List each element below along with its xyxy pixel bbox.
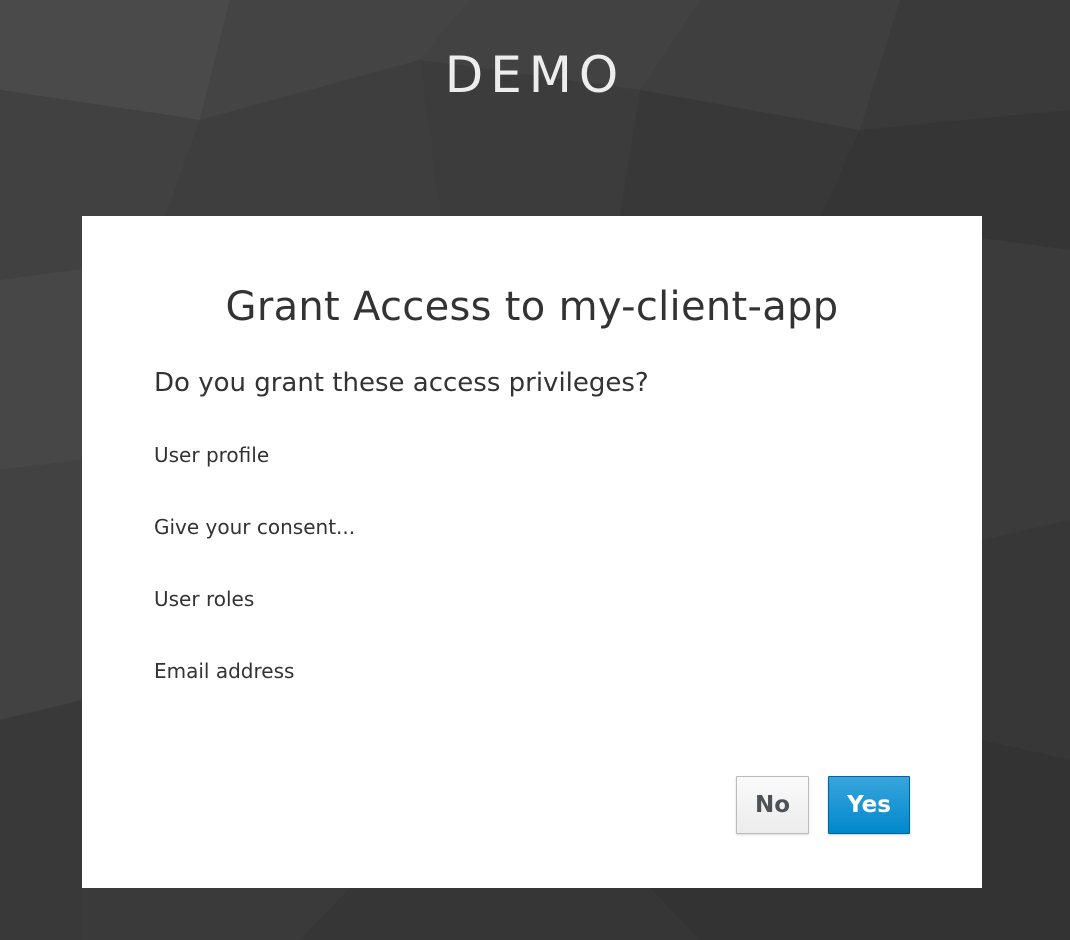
realm-title: DEMO <box>444 46 626 104</box>
no-button[interactable]: No <box>736 776 809 834</box>
scope-item-user-roles: User roles <box>154 587 255 611</box>
scope-item-user-profile: User profile <box>154 443 270 467</box>
consent-card: Grant Access to my-client-app Do you gra… <box>82 216 982 888</box>
page-title: Grant Access to my-client-app <box>225 284 839 330</box>
scope-item-email-address: Email address <box>154 659 295 683</box>
scope-item-consent: Give your consent... <box>154 515 356 539</box>
yes-button[interactable]: Yes <box>828 776 910 834</box>
consent-question: Do you grant these access privileges? <box>154 368 649 398</box>
scope-list: User profile Give your consent... User r… <box>154 440 355 728</box>
